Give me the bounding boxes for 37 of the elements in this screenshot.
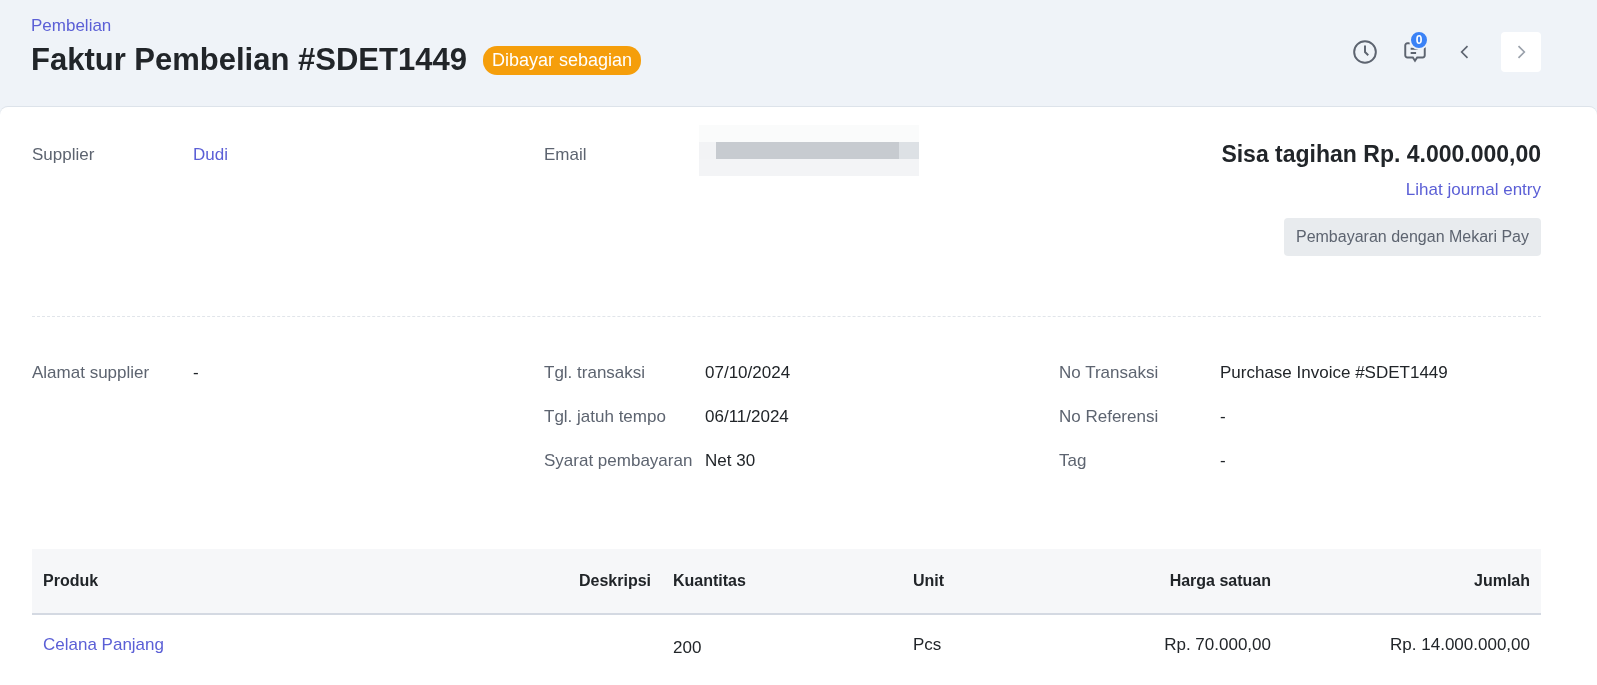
- table-cell-text: Rp. 14.000.000,00: [1389, 635, 1531, 655]
- field-label: Alamat supplier: [32, 362, 151, 384]
- field-value: -: [193, 362, 200, 384]
- field-label: No Referensi: [1059, 405, 1160, 428]
- clock-icon: [1352, 39, 1378, 65]
- comments-button[interactable]: 0: [1401, 32, 1429, 72]
- supplier-link[interactable]: Dudi: [193, 143, 544, 167]
- product-link[interactable]: Celana Panjang: [32, 635, 552, 655]
- status-badge: Dibayar sebagian: [482, 45, 641, 75]
- field-value: -: [1220, 405, 1227, 428]
- column-header: Jumlah: [1473, 572, 1531, 590]
- column-header: Kuantitas: [672, 572, 747, 590]
- field-label: Syarat pembayaran: [544, 449, 694, 472]
- column-header: Deskripsi: [577, 572, 652, 590]
- field-label: Tgl. jatuh tempo: [544, 405, 667, 428]
- field-label: Supplier: [32, 144, 96, 166]
- table-cell-text: Pcs: [912, 635, 943, 655]
- column-header: Unit: [912, 572, 946, 590]
- column-header: Harga satuan: [1168, 572, 1272, 590]
- comment-count-badge: 0: [1409, 30, 1429, 50]
- field-value: 06/11/2024: [705, 405, 790, 428]
- table-cell-text: 200: [672, 637, 703, 658]
- field-value: 07/10/2024: [705, 362, 792, 384]
- breadcrumb-link[interactable]: Pembelian: [31, 16, 112, 36]
- field-value: Net 30: [705, 449, 757, 472]
- field-value: Purchase Invoice #SDET1449: [1220, 362, 1449, 384]
- journal-entry-link[interactable]: Lihat journal entry: [1405, 180, 1541, 200]
- field-label: Tgl. transaksi: [544, 362, 647, 384]
- field-value: -: [1220, 449, 1227, 472]
- column-header: Produk: [42, 572, 100, 590]
- page-title: Faktur Pembelian #SDET1449: [31, 42, 467, 78]
- field-label: No Transaksi: [1059, 362, 1160, 384]
- balance-due: Sisa tagihan Rp. 4.000.000,00: [1221, 141, 1541, 168]
- field-label: Email: [544, 144, 588, 166]
- field-label: Tag: [1059, 449, 1088, 472]
- table-cell-text: Rp. 70.000,00: [1163, 635, 1272, 655]
- mekari-pay-button[interactable]: Pembayaran dengan Mekari Pay: [1283, 218, 1541, 256]
